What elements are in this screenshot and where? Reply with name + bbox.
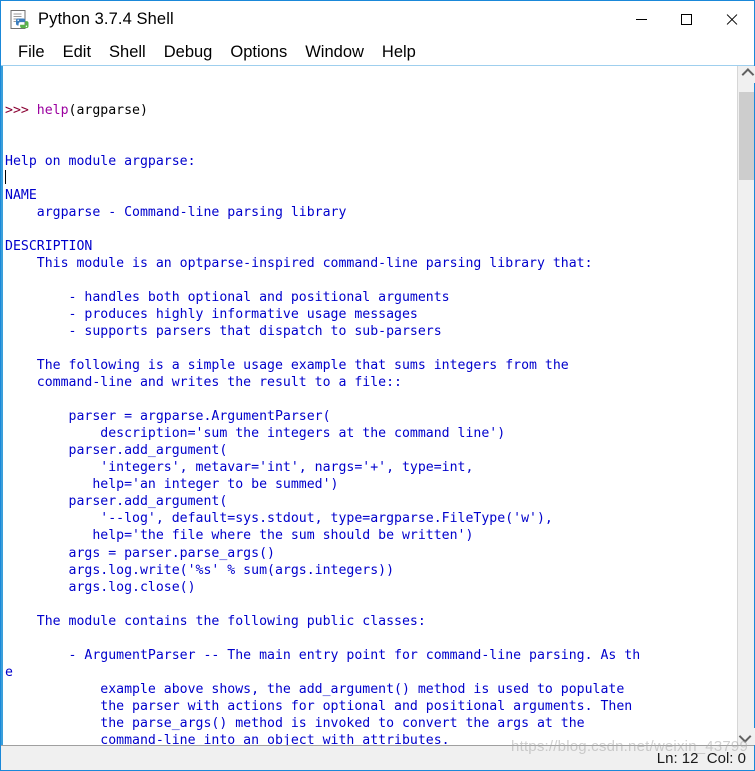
window-title: Python 3.7.4 Shell	[38, 10, 174, 28]
status-bar: https://blog.csdn.net/weixin_43799 Ln: 1…	[1, 738, 754, 770]
shell-line: This module is an optparse-inspired comm…	[5, 256, 593, 272]
menu-item-help[interactable]: Help	[373, 42, 425, 62]
vertical-scrollbar[interactable]	[737, 66, 755, 745]
shell-prompt-line: >>> help(argparse)	[5, 102, 640, 119]
shell-line: parser = argparse.ArgumentParser(	[5, 409, 331, 425]
title-bar: Python 3.7.4 Shell	[1, 1, 754, 38]
shell-line: '--log', default=sys.stdout, type=argpar…	[5, 511, 553, 527]
chevron-up-icon	[741, 68, 755, 81]
shell-line: the parse_args() method is invoked to co…	[5, 715, 585, 731]
shell-body: >>> help(argparse) Help on module argpar…	[1, 65, 755, 745]
shell-line: 'integers', metavar='int', nargs='+', ty…	[5, 460, 474, 476]
text-caret	[5, 170, 6, 185]
shell-line: argparse - Command-line parsing library	[5, 205, 347, 221]
shell-line: The following is a simple usage example …	[5, 358, 569, 374]
menu-item-options[interactable]: Options	[221, 42, 296, 62]
window-controls	[619, 1, 754, 38]
shell-line: args.log.write('%s' % sum(args.integers)…	[5, 562, 395, 578]
idle-shell-window: Python 3.7.4 Shell File Edit Shell Debug…	[0, 0, 755, 771]
menu-item-edit[interactable]: Edit	[54, 42, 100, 62]
shell-line: help='the file where the sum should be w…	[5, 528, 474, 544]
shell-line: - supports parsers that dispatch to sub-…	[5, 324, 442, 340]
scroll-down-button[interactable]	[738, 728, 755, 745]
shell-output: >>> help(argparse) Help on module argpar…	[3, 66, 640, 745]
menu-item-debug[interactable]: Debug	[155, 42, 222, 62]
shell-line: the parser with actions for optional and…	[5, 698, 633, 714]
maximize-button[interactable]	[664, 1, 709, 38]
shell-output-lines: Help on module argparse: NAME argparse - …	[5, 153, 640, 745]
shell-text-area[interactable]: >>> help(argparse) Help on module argpar…	[1, 66, 737, 745]
shell-line: - handles both optional and positional a…	[5, 290, 450, 306]
shell-line: parser.add_argument(	[5, 494, 228, 510]
shell-line: args.log.close()	[5, 579, 196, 595]
command-args: (argparse)	[68, 103, 148, 119]
shell-line: The module contains the following public…	[5, 613, 426, 629]
python-idle-icon	[9, 9, 31, 31]
close-button[interactable]	[709, 1, 754, 38]
command-name: help	[36, 103, 69, 119]
shell-line: args = parser.parse_args()	[5, 545, 275, 561]
shell-line: command-line into an object with attribu…	[5, 732, 450, 745]
shell-line: e	[5, 664, 13, 680]
menu-item-window[interactable]: Window	[296, 42, 373, 62]
cursor-position-indicator: Ln: 12 Col: 0	[656, 749, 746, 767]
shell-line: example above shows, the add_argument() …	[5, 681, 625, 697]
maximize-icon	[681, 14, 692, 25]
menu-item-shell[interactable]: Shell	[100, 42, 155, 62]
shell-line: parser.add_argument(	[5, 443, 228, 459]
shell-line: NAME	[5, 188, 37, 204]
scroll-up-button[interactable]	[738, 66, 755, 83]
shell-line: command-line and writes the result to a …	[5, 375, 402, 391]
close-icon	[725, 13, 738, 26]
shell-line	[5, 170, 640, 187]
shell-line: help='an integer to be summed')	[5, 477, 339, 493]
shell-line: description='sum the integers at the com…	[5, 426, 506, 442]
minimize-icon	[636, 19, 647, 20]
shell-line: - ArgumentParser -- The main entry point…	[5, 647, 641, 663]
chevron-down-icon	[738, 730, 752, 743]
minimize-button[interactable]	[619, 1, 664, 38]
prompt-marker: >>>	[5, 103, 37, 119]
menu-bar: File Edit Shell Debug Options Window Hel…	[1, 38, 754, 65]
scrollbar-thumb[interactable]	[739, 92, 754, 180]
shell-line: - produces highly informative usage mess…	[5, 307, 418, 323]
shell-line: DESCRIPTION	[5, 239, 93, 255]
menu-item-file[interactable]: File	[9, 42, 54, 62]
shell-line: Help on module argparse:	[5, 154, 196, 170]
